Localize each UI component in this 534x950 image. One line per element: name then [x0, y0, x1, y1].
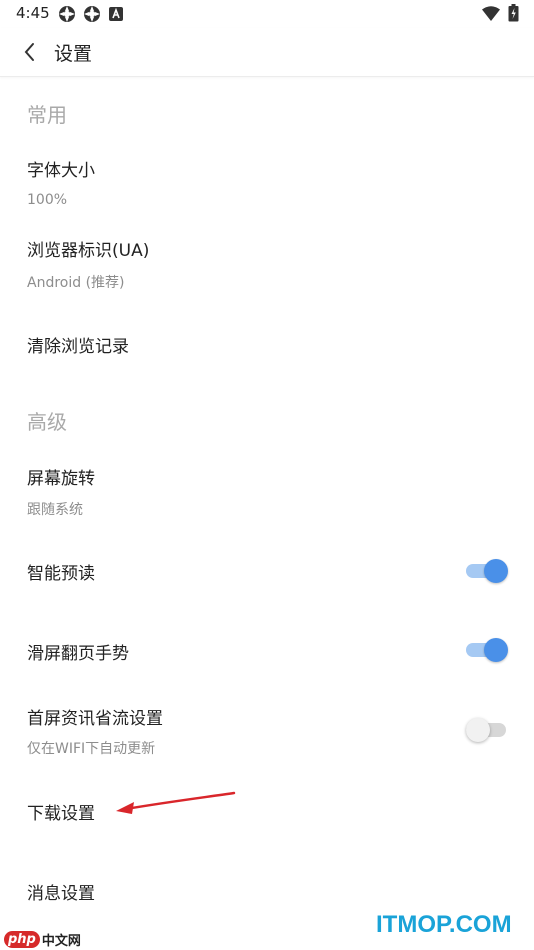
- setting-title: 清除浏览记录: [27, 337, 129, 357]
- toggle-thumb: [466, 718, 490, 742]
- setting-download[interactable]: 下载设置: [0, 772, 534, 848]
- swipe-gesture-toggle[interactable]: [466, 638, 508, 662]
- setting-value: Android (推荐): [27, 275, 125, 291]
- setting-title: 消息设置: [27, 884, 95, 904]
- setting-value: 跟随系统: [27, 502, 83, 518]
- toggle-thumb: [484, 559, 508, 583]
- annotation-arrow: [116, 791, 236, 814]
- data-saver-toggle[interactable]: [466, 718, 508, 742]
- section-header-advanced: 高级: [27, 410, 67, 434]
- status-time: 4:45: [16, 4, 50, 22]
- a-notification-icon: [109, 7, 123, 21]
- back-button[interactable]: [16, 38, 44, 66]
- wifi-icon: [482, 6, 500, 21]
- battery-icon: [508, 4, 519, 22]
- setting-title: 下载设置: [27, 804, 95, 824]
- setting-title: 浏览器标识(UA): [27, 241, 150, 261]
- setting-title: 滑屏翻页手势: [27, 644, 129, 664]
- setting-title: 字体大小: [27, 161, 95, 181]
- smart-preload-toggle[interactable]: [466, 559, 508, 583]
- php-watermark-text: 中文网: [41, 933, 81, 949]
- section-header-common: 常用: [27, 103, 67, 127]
- page-title: 设置: [54, 43, 93, 65]
- toggle-thumb: [484, 638, 508, 662]
- setting-title: 屏幕旋转: [27, 469, 95, 489]
- setting-title: 首屏资讯省流设置: [27, 709, 163, 729]
- setting-clear-history[interactable]: 清除浏览记录: [0, 305, 534, 379]
- setting-swipe-page-gesture[interactable]: 滑屏翻页手势: [0, 612, 534, 688]
- setting-title: 智能预读: [27, 564, 95, 584]
- setting-subtitle: 仅在WIFI下自动更新: [27, 741, 156, 757]
- setting-smart-preload[interactable]: 智能预读: [0, 532, 534, 608]
- setting-value: 100%: [27, 192, 68, 208]
- setting-font-size[interactable]: 字体大小 100%: [0, 140, 534, 218]
- itmop-watermark: ITMOP.COM: [376, 911, 512, 938]
- app-notification-icon: [59, 6, 75, 22]
- app-bar: 设置: [0, 28, 534, 77]
- setting-screen-rotation[interactable]: 屏幕旋转 跟随系统: [0, 448, 534, 526]
- setting-homepage-data-saver[interactable]: 首屏资讯省流设置 仅在WIFI下自动更新: [0, 690, 534, 770]
- status-bar: 4:45: [0, 0, 534, 28]
- chevron-left-icon: [24, 43, 34, 61]
- php-watermark: php 中文网: [4, 929, 81, 949]
- app-notification-icon: [84, 6, 100, 22]
- php-badge: php: [4, 930, 40, 948]
- setting-user-agent[interactable]: 浏览器标识(UA) Android (推荐): [0, 220, 534, 298]
